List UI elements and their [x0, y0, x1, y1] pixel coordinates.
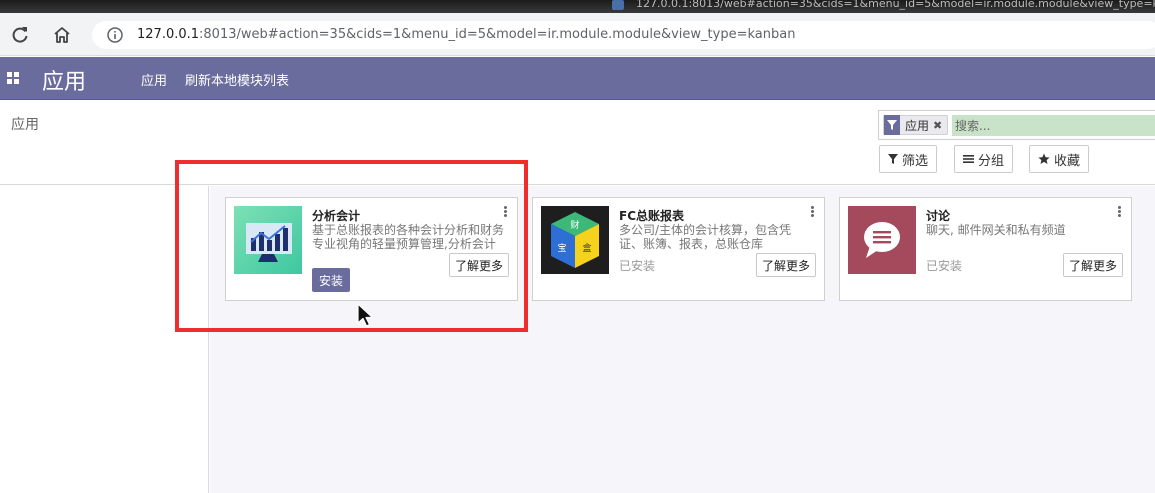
home-icon[interactable] [52, 25, 72, 45]
control-panel: 应用 应用 ✖ 筛选 分组 收藏 [0, 101, 1155, 185]
search-facet-label: 应用 [905, 118, 930, 133]
more-options-icon[interactable] [811, 206, 814, 218]
menu-item-apps[interactable]: 应用 [141, 70, 167, 89]
url-host: 127.0.0.1 [137, 27, 200, 42]
window-title: 127.0.0.1:8013/web#action=35&cids=1&menu… [636, 0, 1155, 10]
url-text: 127.0.0.1:8013/web#action=35&cids=1&menu… [137, 27, 795, 42]
menu-item-update-apps-list[interactable]: 刷新本地模块列表 [185, 70, 289, 89]
module-description: 聊天, 邮件网关和私有频道 [926, 223, 1066, 237]
filter-facet-icon [884, 115, 900, 135]
tab-favicon-icon [612, 0, 624, 10]
screen: 127.0.0.1:8013/web#action=35&cids=1&menu… [0, 0, 1155, 493]
group-by-button-label: 分组 [978, 153, 1005, 169]
module-title[interactable]: 讨论 [926, 207, 950, 224]
remove-facet-icon[interactable]: ✖ [933, 119, 947, 132]
apps-menu-icon[interactable] [7, 72, 19, 84]
url-path: :8013/web#action=35&cids=1&menu_id=5&mod… [199, 27, 796, 42]
breadcrumb: 应用 [11, 117, 39, 133]
filter-icon [888, 154, 898, 164]
group-by-button[interactable]: 分组 [954, 145, 1014, 173]
chat-bubble-icon [848, 206, 916, 274]
search-facet: 应用 ✖ [883, 115, 949, 135]
highlight-box [175, 160, 528, 332]
info-icon[interactable] [106, 26, 124, 44]
learn-more-button[interactable]: 了解更多 [1062, 253, 1123, 277]
bars-icon [963, 155, 974, 163]
module-card-fc-ledger[interactable]: 财 宝 盒 FC总账报表 多公司/主体的会计核算，包含凭证、账簿、报表，总账仓库… [532, 197, 825, 301]
app-brand-title[interactable]: 应用 [42, 64, 86, 96]
icon-glyph-he: 盒 [582, 242, 591, 254]
learn-more-button[interactable]: 了解更多 [755, 253, 816, 277]
top-navbar: 应用 应用 刷新本地模块列表 [0, 57, 1155, 100]
more-options-icon[interactable] [1118, 206, 1121, 218]
favorites-button-label: 收藏 [1054, 153, 1081, 169]
reload-icon[interactable] [10, 25, 30, 45]
browser-toolbar: 127.0.0.1:8013/web#action=35&cids=1&menu… [0, 13, 1155, 56]
address-bar[interactable]: 127.0.0.1:8013/web#action=35&cids=1&menu… [92, 21, 1155, 49]
installed-status: 已安装 [619, 259, 656, 273]
mouse-cursor-icon [357, 303, 374, 327]
filter-button-label: 筛选 [902, 153, 929, 169]
window-title-bar: 127.0.0.1:8013/web#action=35&cids=1&menu… [0, 0, 1155, 13]
search-bar[interactable]: 应用 ✖ [878, 110, 1155, 140]
filter-button[interactable]: 筛选 [879, 145, 938, 173]
installed-status: 已安装 [926, 259, 963, 273]
icon-glyph-bao: 宝 [557, 242, 566, 254]
search-input[interactable] [952, 115, 1155, 136]
module-title[interactable]: FC总账报表 [619, 207, 684, 224]
favorites-button[interactable]: 收藏 [1029, 145, 1090, 173]
treasure-box-icon: 财 宝 盒 [541, 206, 609, 274]
star-icon [1038, 153, 1050, 164]
icon-glyph-cai: 财 [570, 219, 579, 231]
module-description: 多公司/主体的会计核算，包含凭证、账簿、报表，总账仓库 [619, 223, 792, 251]
module-card-discuss[interactable]: 讨论 聊天, 邮件网关和私有频道 已安装 了解更多 [839, 197, 1132, 301]
